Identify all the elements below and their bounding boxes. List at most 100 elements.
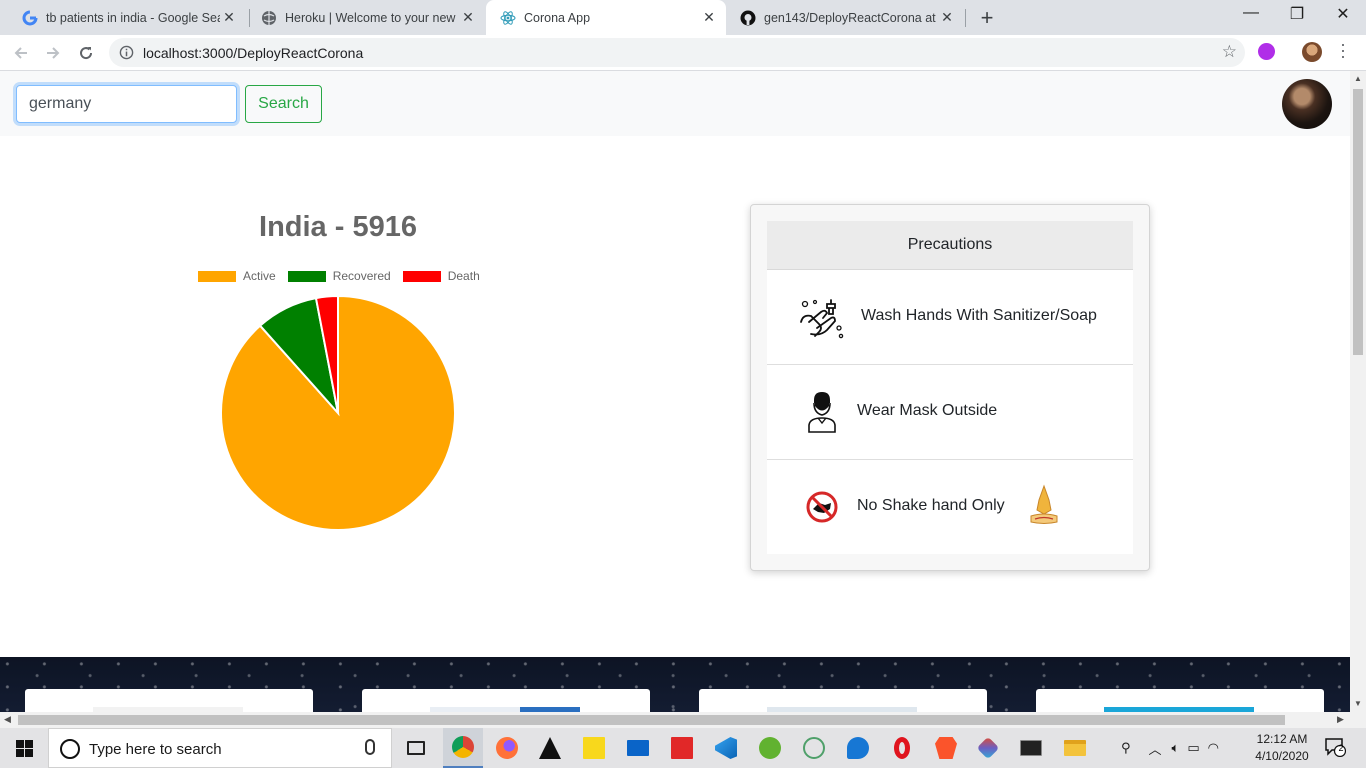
tab-close-icon[interactable]: ✕ — [220, 9, 238, 26]
taskbar-search-box[interactable]: Type here to search — [48, 728, 392, 768]
menu-dots-icon[interactable]: · · · — [1338, 35, 1348, 65]
chrome-icon[interactable] — [443, 728, 483, 768]
start-button[interactable] — [0, 728, 48, 768]
forward-button[interactable] — [41, 41, 65, 65]
scroll-up-icon[interactable]: ▲ — [1354, 74, 1362, 83]
tab-close-icon[interactable]: ✕ — [459, 9, 477, 26]
taskbar-search-placeholder: Type here to search — [89, 741, 222, 758]
legend-swatch — [287, 270, 326, 282]
country-search-input[interactable] — [16, 85, 237, 123]
app-navbar: Search — [0, 71, 1350, 136]
globe-icon — [261, 10, 277, 26]
windows-logo-icon — [15, 739, 33, 757]
react-icon — [500, 10, 516, 26]
news-section — [0, 657, 1350, 712]
search-button[interactable]: Search — [245, 85, 322, 123]
info-icon[interactable] — [119, 45, 134, 65]
minimize-button[interactable]: — — [1228, 4, 1274, 22]
notification-count: 2 — [1338, 743, 1344, 753]
chart-title: India - 5916 — [259, 211, 417, 243]
list-item: Wash Hands With Sanitizer/Soap — [767, 270, 1133, 365]
tab-separator — [965, 9, 966, 27]
tab-close-icon[interactable]: ✕ — [700, 9, 718, 26]
windows-taskbar: Type here to search ⚲ ︿ 🔈︎ ▭ ◠ 12:12 AM … — [0, 728, 1366, 768]
mail-icon[interactable] — [618, 728, 658, 768]
bookmark-star-icon[interactable]: ☆ — [1222, 42, 1237, 62]
firefox-icon[interactable] — [487, 728, 527, 768]
reload-icon — [80, 47, 93, 60]
vscode-icon[interactable] — [706, 728, 746, 768]
news-card[interactable] — [25, 689, 313, 712]
url-text[interactable]: localhost:3000/DeployReactCorona — [143, 45, 363, 61]
tab-close-icon[interactable]: ✕ — [938, 9, 956, 26]
list-item: Wear Mask Outside — [767, 365, 1133, 460]
user-avatar[interactable] — [1282, 79, 1332, 129]
github-icon — [740, 10, 756, 26]
scroll-thumb[interactable] — [18, 715, 1285, 725]
scroll-right-icon[interactable]: ▶ — [1337, 714, 1344, 725]
legend-swatch — [198, 270, 236, 282]
news-card[interactable] — [1036, 689, 1324, 712]
scroll-thumb[interactable] — [1353, 89, 1363, 355]
tab-corona-app[interactable]: Corona App ✕ — [486, 0, 726, 35]
arrow-right-icon — [47, 47, 60, 59]
back-button[interactable] — [9, 41, 33, 65]
chart-legend[interactable]: Active Recovered Death — [198, 269, 492, 283]
new-tab-button[interactable]: + — [976, 5, 998, 31]
google-icon — [22, 10, 38, 26]
cortana-icon — [60, 739, 80, 759]
extension-icon[interactable] — [1258, 43, 1275, 60]
news-card[interactable] — [362, 689, 650, 712]
legend-swatch — [402, 270, 441, 282]
people-icon[interactable]: ⚲ — [1121, 740, 1131, 756]
action-center-icon[interactable]: 2 — [1324, 737, 1347, 758]
profile-avatar[interactable] — [1302, 42, 1322, 62]
tab-title: Corona App — [524, 10, 591, 25]
hand-wash-icon — [797, 294, 847, 347]
cases-pie-chart[interactable] — [218, 293, 458, 533]
precautions-list: Precautions Wash Hands With Sanitizer/So… — [767, 221, 1133, 554]
legend-item-active[interactable]: Active — [198, 269, 276, 283]
reload-button[interactable] — [74, 41, 98, 65]
scroll-left-icon[interactable]: ◀ — [4, 714, 11, 725]
atom-icon[interactable] — [794, 728, 834, 768]
sticky-notes-icon[interactable] — [574, 728, 614, 768]
scroll-down-icon[interactable]: ▼ — [1354, 699, 1362, 708]
vertical-scrollbar[interactable]: ▲ ▼ — [1350, 71, 1366, 712]
inkscape-icon[interactable] — [530, 728, 570, 768]
arrow-left-icon — [14, 47, 27, 59]
clock-time: 12:12 AM — [1256, 732, 1308, 746]
flipboard-icon[interactable] — [662, 728, 702, 768]
wifi-icon[interactable]: ◠ — [1208, 740, 1219, 756]
precaution-label: No Shake hand Only — [857, 497, 1005, 514]
terminal-icon[interactable] — [1011, 728, 1051, 768]
legend-label: Death — [447, 269, 480, 283]
file-explorer-icon[interactable] — [1055, 728, 1095, 768]
task-view-icon[interactable] — [396, 728, 436, 768]
legend-item-recovered[interactable]: Recovered — [287, 269, 391, 283]
address-bar[interactable]: localhost:3000/DeployReactCorona ☆ — [109, 38, 1245, 67]
tab-heroku[interactable]: Heroku | Welcome to your new a ✕ — [247, 0, 485, 35]
legend-item-death[interactable]: Death — [402, 269, 480, 283]
close-window-button[interactable]: ✕ — [1320, 4, 1366, 24]
volume-icon[interactable]: 🔈︎ — [1172, 740, 1180, 756]
git-icon[interactable] — [968, 728, 1008, 768]
edge-icon[interactable] — [838, 728, 878, 768]
clock-date: 4/10/2020 — [1255, 749, 1309, 763]
app-green-icon[interactable] — [750, 728, 790, 768]
page-viewport: Search India - 5916 Active Recovered Dea… — [0, 71, 1350, 712]
brave-icon[interactable] — [926, 728, 966, 768]
horizontal-scrollbar[interactable]: ◀ ▶ — [0, 712, 1366, 728]
show-hidden-icons-icon[interactable]: ︿ — [1149, 739, 1162, 758]
tab-github[interactable]: gen143/DeployReactCorona at m ✕ — [726, 0, 964, 35]
mask-person-icon — [807, 391, 837, 438]
system-clock[interactable]: 12:12 AM 4/10/2020 — [1248, 731, 1316, 765]
opera-icon[interactable] — [882, 728, 922, 768]
precaution-label: Wear Mask Outside — [857, 402, 998, 419]
battery-icon[interactable]: ▭ — [1187, 740, 1199, 756]
tab-google-search[interactable]: tb patients in india - Google Sear ✕ — [8, 0, 246, 35]
maximize-button[interactable]: ❐ — [1274, 4, 1320, 24]
legend-label: Active — [243, 269, 276, 283]
news-card[interactable] — [699, 689, 987, 712]
microphone-icon[interactable] — [365, 739, 375, 755]
